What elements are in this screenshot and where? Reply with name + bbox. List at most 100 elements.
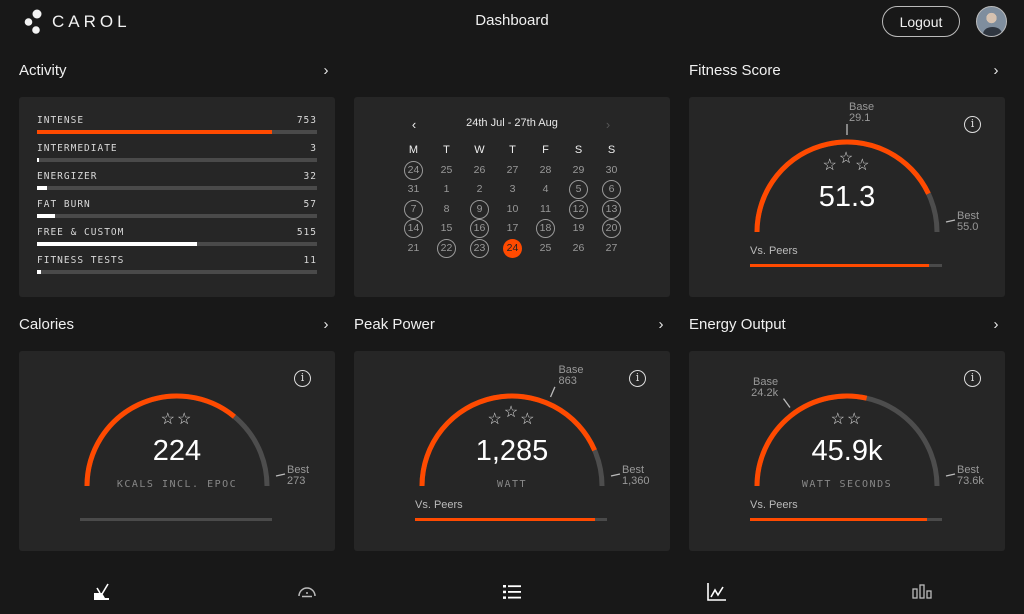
base-marker <box>782 398 791 408</box>
calendar-day[interactable]: 1 <box>430 180 463 200</box>
fitness-score-card[interactable]: i ☆☆☆ 51.3 Best 55.0 Base 29.1 Vs. Peers <box>689 97 1005 297</box>
peak-power-header[interactable]: Peak Power › <box>354 314 668 334</box>
calendar-day[interactable]: 11 <box>529 200 562 220</box>
calendar-day[interactable]: 31 <box>397 180 430 200</box>
nav-workout[interactable] <box>89 580 115 604</box>
vs-peers-label: Vs. Peers <box>415 499 463 511</box>
base-value: 29.1 <box>849 112 871 124</box>
calendar-day-number: 3 <box>509 183 516 195</box>
calories-header[interactable]: Calories › <box>19 314 333 334</box>
calendar-day-workout[interactable]: 23 <box>463 238 496 259</box>
calendar-day-workout[interactable]: 14 <box>397 219 430 239</box>
activity-value: 32 <box>303 171 317 182</box>
star-icon: ☆ <box>487 411 504 428</box>
calendar-day[interactable]: 27 <box>496 161 529 181</box>
calories-card[interactable]: i ☆☆ 224 KCALS INCL. EPOC Best 273 <box>19 351 335 551</box>
energy-output-header[interactable]: Energy Output › <box>689 314 1003 334</box>
calendar-day-workout[interactable]: 12 <box>562 199 595 220</box>
activity-item: FREE & CUSTOM 515 <box>37 227 317 255</box>
calendar-day[interactable]: 10 <box>496 200 529 220</box>
calendar-day-number: 26 <box>572 241 585 254</box>
chevron-right-icon[interactable]: › <box>319 62 333 79</box>
chevron-right-icon[interactable]: › <box>654 316 668 333</box>
calendar-day-number: 24 <box>404 160 423 180</box>
activity-header[interactable]: Activity › <box>19 60 333 80</box>
peak-power-card[interactable]: i ☆☆☆ 1,285 WATT Best 1,360 Base 863 Vs. Pee… <box>354 351 670 551</box>
calendar-day[interactable]: 4 <box>529 180 562 200</box>
best-label: Best 55.0 <box>957 211 979 233</box>
best-label: Best 273 <box>287 465 309 487</box>
chevron-right-icon[interactable]: › <box>989 316 1003 333</box>
activity-bar-fill <box>37 130 273 134</box>
fitness-score-title: Fitness Score <box>689 61 781 79</box>
calendar-day-workout[interactable]: 6 <box>595 180 628 200</box>
star-icon: ☆ <box>177 411 194 428</box>
calendar-day[interactable]: 25 <box>529 239 562 259</box>
calendar-day[interactable]: 3 <box>496 180 529 200</box>
calendar-day-workout[interactable]: 5 <box>562 180 595 200</box>
vs-peers-bar <box>415 518 607 521</box>
fitness-score-header[interactable]: Fitness Score › <box>689 60 1003 80</box>
info-icon[interactable]: i <box>294 370 311 387</box>
calendar-day-workout[interactable]: 16 <box>463 219 496 239</box>
calendar-day-number: 27 <box>506 163 519 176</box>
activity-label: ENERGIZER <box>37 171 98 182</box>
nav-list[interactable] <box>499 580 525 604</box>
calendar-day[interactable]: 2 <box>463 180 496 200</box>
calendar-day[interactable]: 28 <box>529 161 562 181</box>
vs-peers-fill <box>750 518 927 521</box>
info-icon[interactable]: i <box>964 370 981 387</box>
calendar-day[interactable]: 27 <box>595 239 628 259</box>
line-chart-icon <box>707 583 726 601</box>
activity-card[interactable]: INTENSE 753 INTERMEDIATE 3 ENERGIZER 32 … <box>19 97 335 297</box>
calendar-day[interactable]: 19 <box>562 219 595 239</box>
calendar-day-number: 6 <box>602 180 621 199</box>
activity-label: FREE & CUSTOM <box>37 227 125 238</box>
nav-stats[interactable] <box>909 580 935 604</box>
calendar-day[interactable]: 17 <box>496 219 529 239</box>
activity-row: FAT BURN 57 <box>37 199 317 210</box>
calendar-day-workout[interactable]: 22 <box>430 238 463 259</box>
info-icon[interactable]: i <box>964 116 981 133</box>
calendar-day[interactable]: 25 <box>430 161 463 181</box>
calendar-day-workout[interactable]: 13 <box>595 199 628 220</box>
chevron-right-icon[interactable]: › <box>319 316 333 333</box>
calendar-day-number: 10 <box>506 202 519 215</box>
calendar-day-number: 31 <box>407 183 420 195</box>
star-rating: ☆☆☆ <box>354 404 670 429</box>
chevron-left-icon[interactable]: ‹ <box>406 117 422 132</box>
best-label: Best 1,360 <box>622 465 650 487</box>
chevron-right-icon[interactable]: › <box>600 117 616 132</box>
calendar-day[interactable]: 8 <box>430 200 463 220</box>
nav-gauge[interactable] <box>294 580 320 604</box>
chevron-right-icon[interactable]: › <box>989 62 1003 79</box>
calendar-day-workout[interactable]: 24 <box>397 160 430 181</box>
vs-peers-label: Vs. Peers <box>750 499 798 511</box>
calendar-day-workout[interactable]: 18 <box>529 219 562 239</box>
calendar-day[interactable]: 26 <box>562 239 595 259</box>
calendar-day[interactable]: 29 <box>562 161 595 181</box>
energy-output-card[interactable]: i ☆☆ 45.9k WATT SECONDS Best 73.6k Base 24.… <box>689 351 1005 551</box>
calendar-card: ‹ 24th Jul - 27th Aug › M T W T F S S 24 25 26 27 2… <box>354 97 670 297</box>
weekday-label: W <box>474 144 485 156</box>
calendar-day[interactable]: 26 <box>463 161 496 181</box>
info-icon[interactable]: i <box>629 370 646 387</box>
logout-button[interactable]: Logout <box>882 6 960 37</box>
calendar-day-number: 20 <box>602 219 621 238</box>
activity-bar-fill <box>37 242 197 246</box>
avatar[interactable] <box>976 6 1007 37</box>
vs-peers-label: Vs. Peers <box>750 245 798 257</box>
calendar-day[interactable]: 15 <box>430 219 463 239</box>
nav-trend[interactable] <box>704 580 730 604</box>
calendar-day[interactable]: 21 <box>397 239 430 259</box>
calendar-day-number: 7 <box>404 199 423 219</box>
calendar-day-number: 13 <box>602 199 621 219</box>
calendar-day-workout[interactable]: 7 <box>397 199 430 220</box>
calendar-day-number: 2 <box>476 183 483 195</box>
calendar-day-selected[interactable]: 24 <box>496 238 529 259</box>
calendar-day[interactable]: 30 <box>595 161 628 181</box>
best-marker <box>945 473 956 477</box>
calendar-day-workout[interactable]: 20 <box>595 219 628 239</box>
calendar-nav: ‹ 24th Jul - 27th Aug › <box>354 117 670 133</box>
calendar-day-workout[interactable]: 9 <box>463 199 496 220</box>
